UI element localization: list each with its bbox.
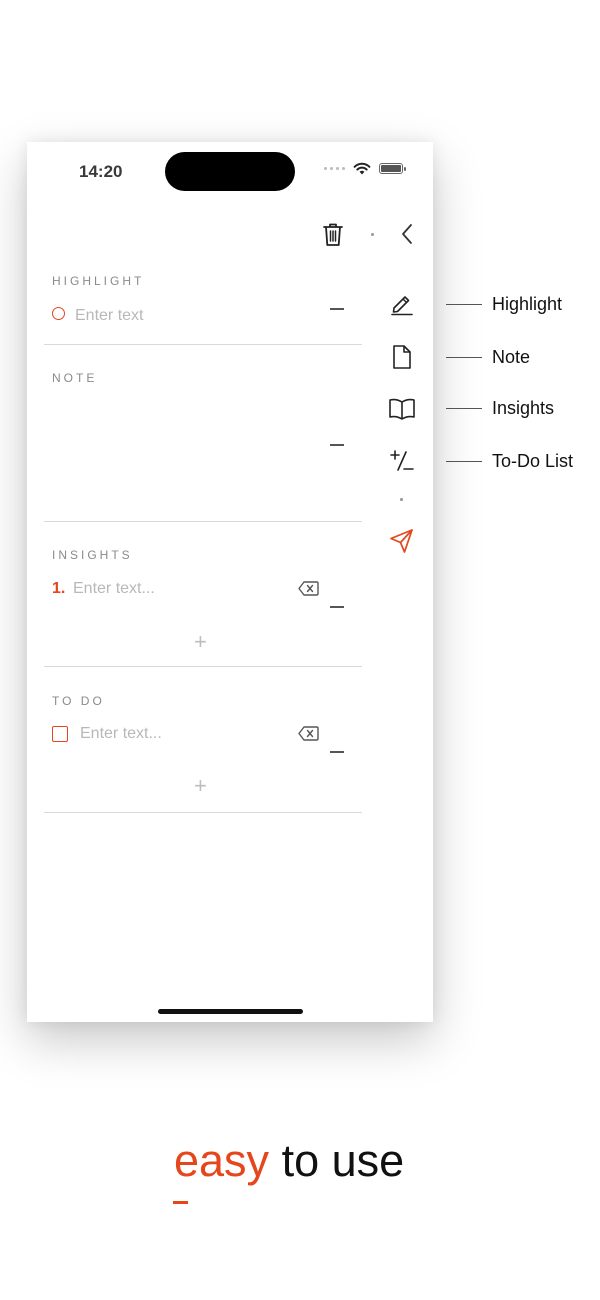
sidebar-item-highlight[interactable] xyxy=(385,288,419,318)
home-indicator xyxy=(158,1009,303,1014)
send-icon xyxy=(390,529,413,553)
legend-label: To-Do List xyxy=(492,451,574,471)
clear-todo-button[interactable] xyxy=(298,726,319,746)
plus-minus-icon xyxy=(390,450,414,471)
highlight-input[interactable]: Enter text xyxy=(75,307,143,325)
status-icons xyxy=(324,162,406,175)
legend-insights: Insights xyxy=(446,398,554,419)
trash-icon xyxy=(323,223,343,246)
legend-label: Highlight xyxy=(492,294,563,314)
highlight-bullet xyxy=(52,307,65,320)
tagline-rest: to use xyxy=(269,1135,405,1186)
document-icon xyxy=(393,345,411,369)
sidebar-separator-dot xyxy=(400,498,403,501)
highlight-section: HIGHLIGHT Enter text xyxy=(44,254,362,345)
pencil-icon xyxy=(391,296,413,316)
add-todo-button[interactable]: + xyxy=(194,773,207,799)
collapse-highlight-button[interactable] xyxy=(330,308,344,310)
section-title-insights: INSIGHTS xyxy=(52,548,133,562)
collapse-insights-button[interactable] xyxy=(330,606,344,608)
toolbar-separator-dot xyxy=(371,233,374,236)
collapse-todo-button[interactable] xyxy=(330,751,344,753)
legend-todo: To-Do List xyxy=(446,451,573,472)
insight-input[interactable]: Enter text... xyxy=(73,580,155,598)
back-button[interactable] xyxy=(397,222,417,246)
todo-section: TO DO Enter text... + xyxy=(44,666,362,813)
legend-label: Note xyxy=(492,347,531,367)
collapse-note-button[interactable] xyxy=(330,444,344,446)
status-time: 14:20 xyxy=(79,162,123,181)
tagline-underline xyxy=(173,1201,188,1204)
section-title-todo: TO DO xyxy=(52,694,105,708)
note-section: NOTE xyxy=(44,344,362,522)
section-title-note: NOTE xyxy=(52,371,98,385)
clear-insight-button[interactable] xyxy=(298,581,319,601)
add-insight-button[interactable]: + xyxy=(194,629,207,655)
note-textarea[interactable] xyxy=(52,394,282,504)
delete-button[interactable] xyxy=(321,220,345,248)
section-title-highlight: HIGHLIGHT xyxy=(52,274,145,288)
signal-icon xyxy=(324,167,345,170)
todo-checkbox[interactable] xyxy=(52,726,68,742)
backspace-icon xyxy=(298,581,319,596)
tagline: easy to use xyxy=(174,1138,404,1183)
book-icon xyxy=(389,398,415,420)
backspace-icon xyxy=(298,726,319,741)
phone-screen: 14:20 HIGHLIGHT Enter text NOTE INSIGHTS… xyxy=(27,142,433,1022)
legend-label: Insights xyxy=(492,398,555,418)
todo-input[interactable]: Enter text... xyxy=(80,725,162,743)
chevron-left-icon xyxy=(402,224,412,244)
send-button[interactable] xyxy=(385,526,419,556)
sidebar-item-note[interactable] xyxy=(385,342,419,372)
wifi-icon xyxy=(353,162,371,175)
insights-section: INSIGHTS 1. Enter text... + xyxy=(44,521,362,667)
legend-note: Note xyxy=(446,347,530,368)
legend-highlight: Highlight xyxy=(446,294,562,315)
tagline-accent: easy xyxy=(174,1135,270,1186)
sidebar-item-insights[interactable] xyxy=(385,394,419,424)
insight-item-number: 1. xyxy=(52,580,66,597)
dynamic-island xyxy=(165,152,295,191)
battery-icon xyxy=(379,163,406,174)
sidebar-item-todo[interactable] xyxy=(385,446,419,476)
